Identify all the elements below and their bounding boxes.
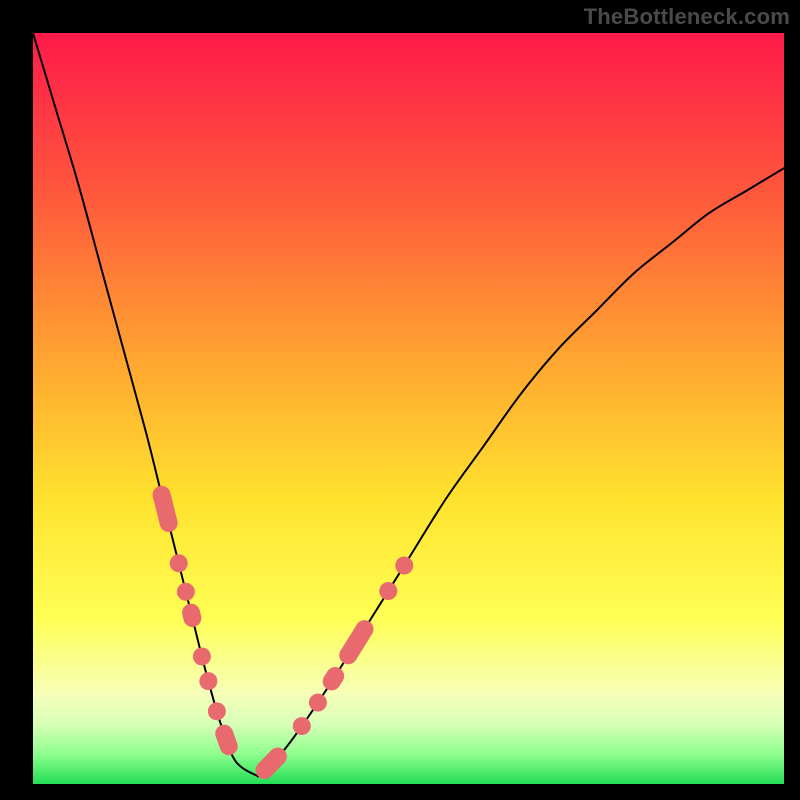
data-marker bbox=[175, 581, 197, 603]
data-marker bbox=[206, 700, 228, 722]
data-marker bbox=[151, 484, 180, 534]
data-marker bbox=[336, 617, 377, 668]
data-marker bbox=[180, 602, 203, 629]
data-marker bbox=[392, 553, 417, 578]
data-markers bbox=[151, 484, 417, 783]
data-marker bbox=[168, 552, 190, 574]
data-marker bbox=[376, 579, 401, 604]
chart-svg bbox=[33, 33, 784, 784]
chart-plot-area bbox=[33, 33, 784, 784]
watermark-text: TheBottleneck.com bbox=[584, 4, 790, 30]
data-marker bbox=[319, 664, 347, 694]
data-marker bbox=[213, 722, 241, 758]
data-marker bbox=[191, 646, 213, 668]
data-marker bbox=[197, 670, 219, 692]
curve-descending bbox=[33, 33, 258, 776]
data-marker bbox=[289, 714, 314, 739]
data-marker bbox=[305, 690, 330, 715]
